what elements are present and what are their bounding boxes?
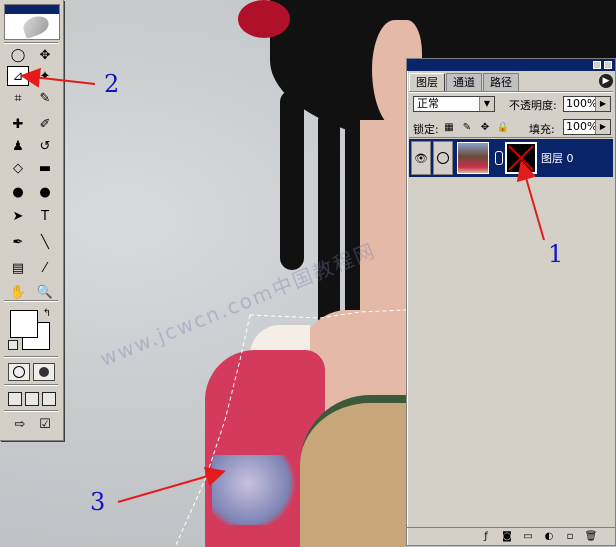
arrow-3	[117, 466, 226, 503]
annotation-1: 1	[548, 240, 564, 268]
annotation-arrows	[20, 67, 545, 503]
arrow-2	[20, 67, 96, 88]
arrow-1	[516, 160, 545, 241]
annotation-2: 2	[104, 70, 120, 98]
annotation-3: 3	[90, 488, 106, 516]
